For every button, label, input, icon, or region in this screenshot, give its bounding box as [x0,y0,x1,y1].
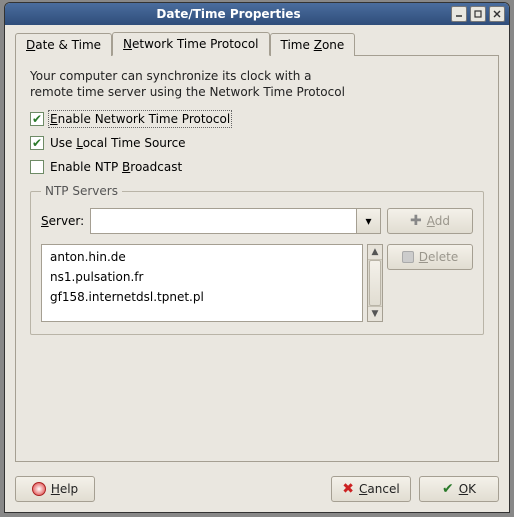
scroll-up-icon[interactable]: ▲ [368,245,382,260]
delete-button[interactable]: Delete [387,244,473,270]
window-title: Date/Time Properties [156,7,300,21]
server-list-scrollbar[interactable]: ▲ ▼ [367,244,383,322]
add-button[interactable]: ✚ Add [387,208,473,234]
list-item[interactable]: anton.hin.de [42,247,362,267]
delete-icon [402,251,414,263]
ok-button[interactable]: ✔ OK [419,476,499,502]
content-area: Date & Time Network Time Protocol Time Z… [5,25,509,470]
checkbox-icon: ✔ [30,160,44,174]
chevron-down-icon: ▾ [365,214,371,228]
list-item[interactable]: ns1.pulsation.fr [42,267,362,287]
local-time-checkbox[interactable]: ✔ Use Local Time Source [30,136,484,150]
list-item[interactable]: gf158.internetdsl.tpnet.pl [42,287,362,307]
server-list[interactable]: anton.hin.de ns1.pulsation.fr gf158.inte… [41,244,363,322]
tab-timezone[interactable]: Time Zone [270,33,356,56]
tab-bar: Date & Time Network Time Protocol Time Z… [15,31,499,55]
cancel-button[interactable]: ✖ Cancel [331,476,411,502]
titlebar[interactable]: Date/Time Properties [5,3,509,25]
cancel-icon: ✖ [342,481,354,497]
maximize-button[interactable] [470,6,486,22]
checkbox-icon: ✔ [30,136,44,150]
help-icon [32,482,46,496]
server-dropdown-button[interactable]: ▾ [357,208,381,234]
enable-ntp-label: Enable Network Time Protocol [50,112,230,126]
ntp-legend: NTP Servers [41,184,122,198]
broadcast-checkbox[interactable]: ✔ Enable NTP Broadcast [30,160,484,174]
broadcast-label: Enable NTP Broadcast [50,160,182,174]
server-combo[interactable]: ▾ [90,208,381,234]
add-icon: ✚ [410,213,422,229]
server-label: Server: [41,214,84,228]
server-input[interactable] [90,208,357,234]
dialog-footer: Help ✖ Cancel ✔ OK [5,470,509,512]
minimize-button[interactable] [451,6,467,22]
ntp-servers-group: NTP Servers Server: ▾ ✚ Add [30,184,484,335]
local-time-label: Use Local Time Source [50,136,186,150]
ok-icon: ✔ [442,481,454,497]
window-frame: Date/Time Properties Date & Time Network… [4,2,510,513]
info-text: Your computer can synchronize its clock … [30,68,484,100]
help-button[interactable]: Help [15,476,95,502]
tab-date-time[interactable]: Date & Time [15,33,112,56]
tab-ntp[interactable]: Network Time Protocol [112,32,269,56]
scroll-down-icon[interactable]: ▼ [368,306,382,321]
scroll-thumb[interactable] [369,260,381,306]
checkbox-icon: ✔ [30,112,44,126]
scroll-track[interactable] [368,260,382,306]
close-button[interactable] [489,6,505,22]
tab-panel-ntp: Your computer can synchronize its clock … [15,55,499,462]
enable-ntp-checkbox[interactable]: ✔ Enable Network Time Protocol [30,112,484,126]
